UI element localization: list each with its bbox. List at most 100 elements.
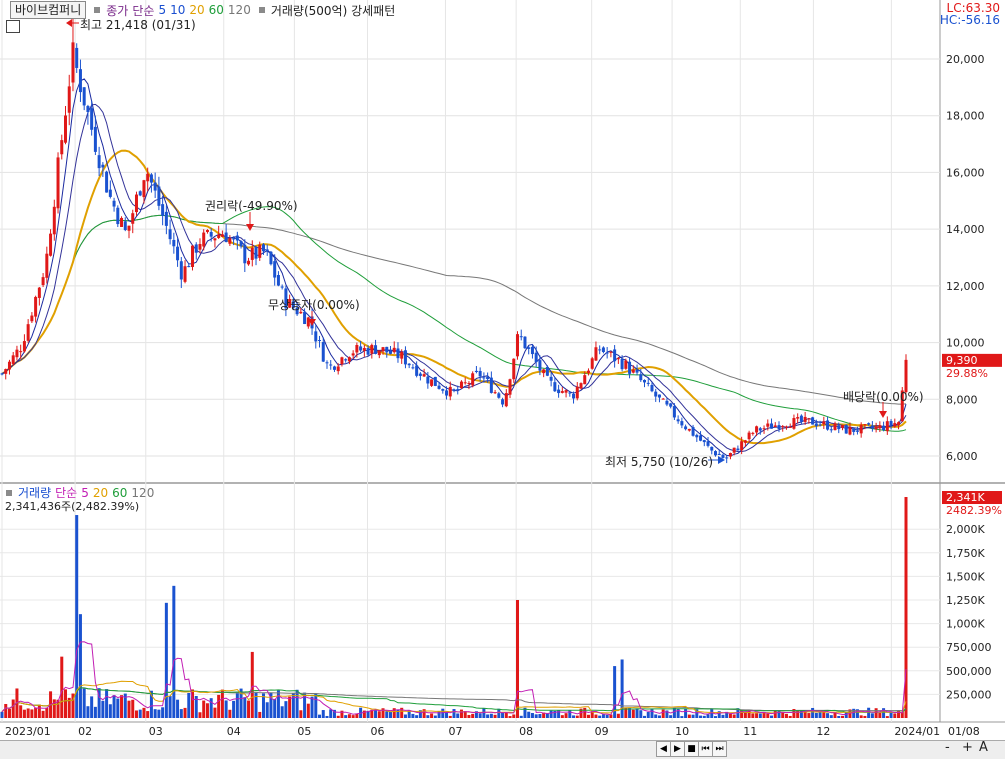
volume-bar	[508, 716, 512, 718]
candle-body	[691, 427, 695, 436]
candle-body	[590, 358, 594, 369]
candle-body	[426, 376, 430, 384]
volume-bar	[538, 714, 542, 718]
first-button[interactable]: ⏮	[698, 741, 713, 757]
volume-bar	[318, 714, 322, 718]
volume-bar	[187, 692, 191, 718]
volume-bar	[415, 715, 419, 718]
volume-bar	[441, 708, 445, 718]
ma-period-5[interactable]: 5	[158, 3, 166, 17]
candle-body	[840, 425, 844, 428]
volume-bar	[202, 700, 206, 718]
ma-period-10[interactable]: 10	[170, 3, 185, 17]
candle-body	[676, 419, 680, 422]
candle-body	[583, 375, 587, 385]
candle-body	[235, 235, 239, 241]
zoom-out-button[interactable]: -	[945, 741, 950, 755]
volume-bar	[534, 714, 538, 718]
low-annotation: 최저 5,750 (10/26)	[605, 455, 714, 469]
candle-body	[217, 234, 221, 238]
candle-body	[777, 425, 781, 430]
candle-body	[818, 424, 822, 426]
candle-body	[572, 393, 576, 399]
candle-body	[613, 349, 617, 362]
volume-bar	[654, 714, 658, 718]
last-button[interactable]: ⏭	[712, 741, 727, 757]
stop-button[interactable]: ■	[684, 741, 699, 757]
volume-bar	[37, 704, 41, 718]
volume-bar	[680, 716, 684, 718]
ma-period-60[interactable]: 60	[209, 3, 224, 17]
candle-body	[654, 391, 658, 397]
volume-bar	[243, 697, 247, 718]
candle-body	[855, 430, 859, 432]
candle-body	[478, 370, 482, 377]
candle-body	[829, 429, 833, 431]
volume-bar	[777, 710, 781, 718]
candle-body	[799, 415, 803, 422]
candle-body	[82, 87, 86, 106]
candle-body	[239, 241, 243, 247]
candle-body	[885, 421, 889, 432]
candle-body	[347, 357, 351, 362]
stock-name-button[interactable]: 바이브컴퍼니	[10, 1, 87, 19]
candle-body	[706, 441, 710, 446]
candle-body	[837, 425, 841, 430]
stock-chart[interactable]: 20,000 18,000 16,000 14,000 12,000 10,000 8,00…	[0, 0, 1005, 758]
candle-body	[172, 239, 176, 247]
volume-bar	[60, 656, 64, 718]
candle-body	[822, 421, 826, 425]
candle-body	[11, 355, 15, 364]
candle-body	[601, 347, 605, 353]
candle-body	[205, 230, 209, 233]
volume-bar	[374, 710, 378, 718]
auto-scale-button[interactable]: A	[979, 741, 988, 755]
candle-body	[665, 400, 669, 405]
volume-bar	[276, 690, 280, 718]
volume-bar	[299, 710, 303, 718]
volume-tick: 2,000K	[946, 523, 985, 536]
candle-body	[45, 253, 49, 278]
candle-body	[381, 347, 385, 352]
ma-period-20[interactable]: 20	[189, 3, 204, 17]
candle-body	[179, 261, 183, 280]
candle-body	[41, 277, 45, 286]
candle-body	[146, 173, 150, 182]
candle-body	[486, 376, 490, 380]
candle-body	[504, 393, 508, 407]
candle-body	[471, 373, 475, 386]
candle-body	[616, 358, 620, 360]
candle-body	[721, 454, 725, 458]
candle-body	[269, 251, 273, 265]
date-tick: 04	[227, 725, 241, 738]
candle-body	[728, 453, 732, 457]
volume-tick: 1,500K	[946, 570, 985, 583]
volume-bar	[213, 707, 217, 718]
candle-body	[736, 448, 740, 451]
volume-bar	[112, 695, 116, 718]
volume-bar	[635, 708, 639, 718]
date-tick: 08	[519, 725, 533, 738]
grid-icon[interactable]	[6, 20, 20, 33]
price-tick: 8,000	[946, 393, 978, 406]
candle-body	[646, 382, 650, 384]
scroll-left-button[interactable]: ◀	[656, 741, 671, 757]
candle-body	[564, 390, 568, 393]
candle-body	[635, 369, 639, 373]
candle-body	[366, 348, 370, 355]
ma-period-120[interactable]: 120	[228, 3, 251, 17]
candle-body	[220, 234, 224, 237]
date-tick: 12	[816, 725, 830, 738]
candle-body	[191, 245, 195, 267]
volume-bar	[646, 712, 650, 718]
candle-body	[624, 360, 628, 369]
scroll-right-button[interactable]: ▶	[670, 741, 685, 757]
candle-body	[781, 426, 785, 428]
volume-bar	[273, 698, 277, 718]
volume-bar	[743, 712, 747, 718]
volume-bar	[314, 694, 318, 718]
candle-body	[620, 359, 624, 370]
volume-bar	[411, 713, 415, 718]
candle-body	[796, 417, 800, 419]
zoom-in-button[interactable]: +	[962, 741, 973, 755]
